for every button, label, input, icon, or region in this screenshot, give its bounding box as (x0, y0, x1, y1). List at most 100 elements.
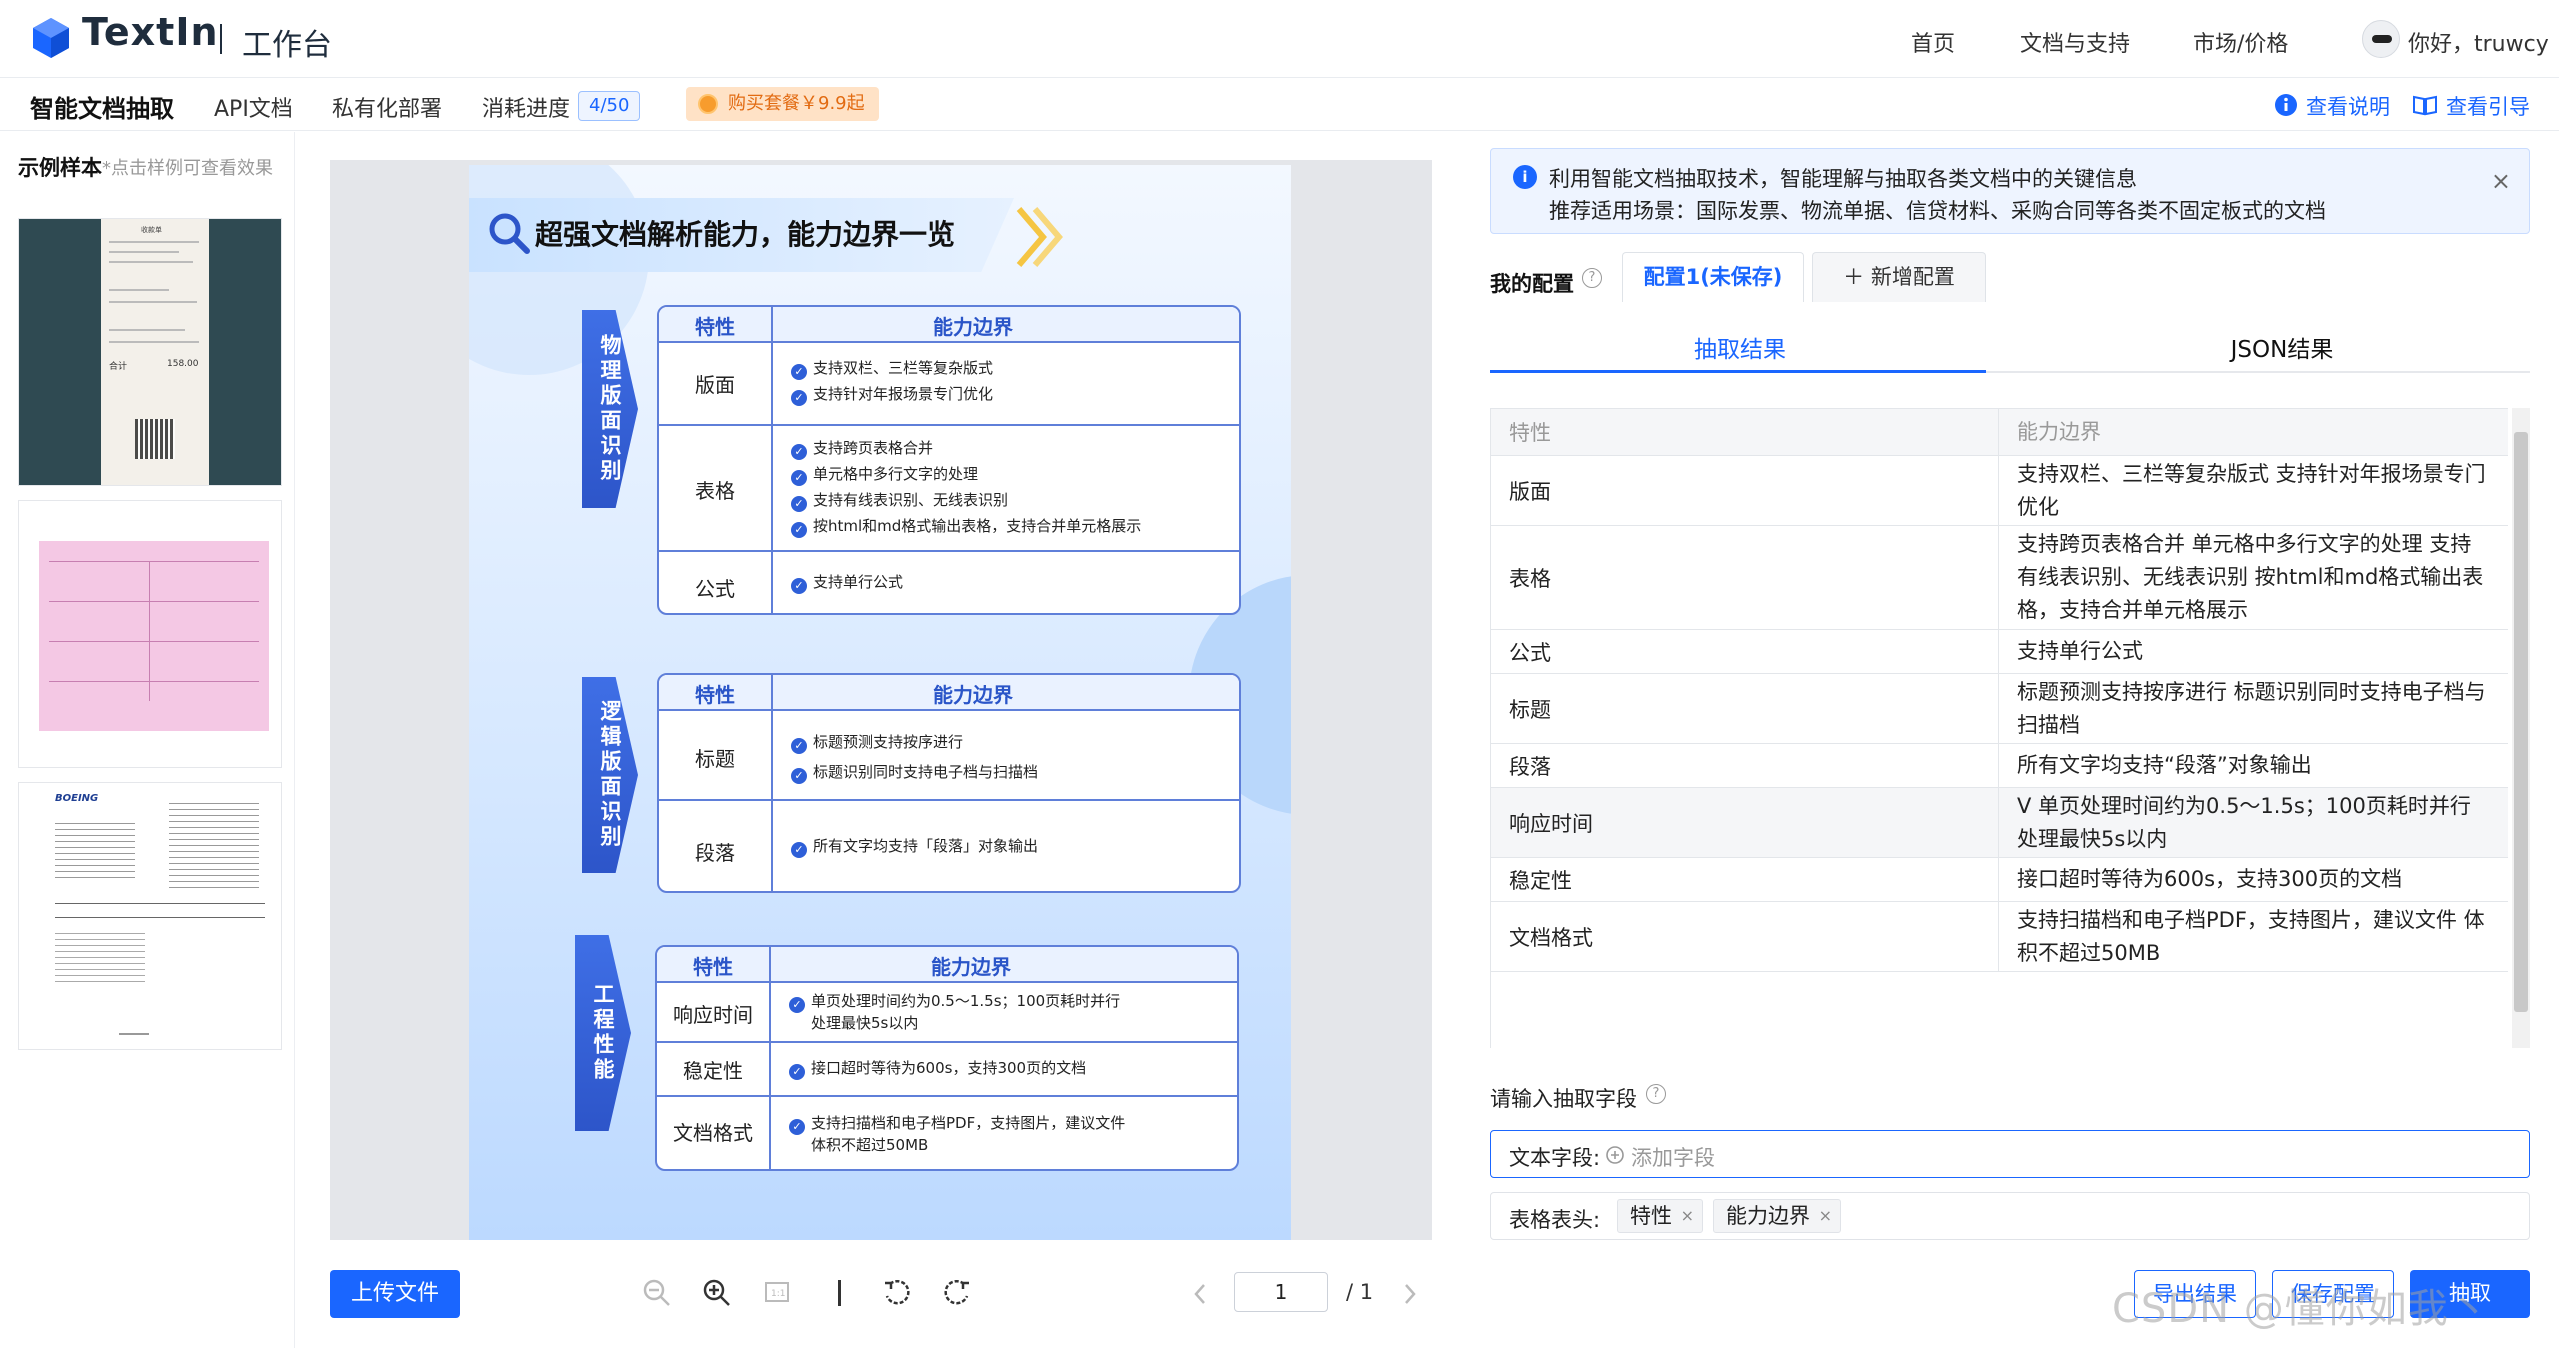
plus-circle-icon[interactable] (1605, 1145, 1625, 1165)
table-header-input[interactable]: 表格表头: 特性 × 能力边界 × (1490, 1192, 2530, 1240)
nav-docs-support[interactable]: 文档与支持 (2020, 26, 2130, 58)
table-row[interactable]: 段落 所有文字均支持“段落”对象输出 (1491, 744, 2508, 788)
table-row[interactable]: 表格 支持跨页表格合并 单元格中多行文字的处理 支持有线表识别、无线表识别 按h… (1491, 526, 2508, 630)
add-field-placeholder[interactable]: 添加字段 (1631, 1142, 1715, 1172)
row-value: 支持针对年报场景专门优化 (813, 385, 994, 403)
zoom-out-icon[interactable] (642, 1278, 672, 1308)
table-cell: 标题 (1491, 674, 1999, 743)
table-cell: 支持跨页表格合并 单元格中多行文字的处理 支持有线表识别、无线表识别 按html… (1999, 526, 2508, 629)
nav-market-price[interactable]: 市场/价格 (2193, 26, 2288, 58)
tab-usage-progress[interactable]: 消耗进度 (482, 91, 570, 123)
row-value: 单页处理时间约为0.5～1.5s；100页耗时并行 (811, 992, 1121, 1010)
close-icon[interactable]: × (2491, 167, 2511, 195)
next-page-icon[interactable] (1402, 1282, 1418, 1306)
table-cell: 支持扫描档和电子档PDF，支持图片，建议文件 体积不超过50MB (1999, 902, 2508, 971)
table-head-value: 能力边界 (933, 315, 1013, 339)
table-cell: V 单页处理时间约为0.5～1.5s；100页耗时并行 处理最快5s以内 (1999, 788, 2508, 857)
svg-text:1:1: 1:1 (771, 1289, 785, 1299)
table-header-row: 特性 能力边界 (1491, 409, 2508, 456)
column-header: 能力边界 (1999, 409, 2508, 455)
zoom-in-icon[interactable] (702, 1278, 732, 1308)
logo-divider (220, 24, 222, 54)
logo-text[interactable]: TextIn (82, 10, 219, 54)
table-row[interactable]: 响应时间 V 单页处理时间约为0.5～1.5s；100页耗时并行 处理最快5s以… (1491, 788, 2508, 858)
info-notice: i 利用智能文档抽取技术，智能理解与抽取各类文档中的关键信息 推荐适用场景：国际… (1490, 148, 2530, 234)
active-tab-indicator (1490, 370, 1986, 373)
rotate-left-icon[interactable] (882, 1278, 912, 1308)
field-chip[interactable]: 特性 × (1617, 1199, 1703, 1233)
column-header: 特性 (1491, 409, 1999, 455)
row-key: 响应时间 (673, 1003, 753, 1027)
promo-button[interactable]: 购买套餐￥9.9起 (686, 87, 879, 121)
table-cell: 稳定性 (1491, 858, 1999, 901)
table-row[interactable]: 版面 支持双栏、三栏等复杂版式 支持针对年报场景专门优化 (1491, 456, 2508, 526)
row-value: 单元格中多行文字的处理 (813, 465, 979, 483)
nav-home[interactable]: 首页 (1911, 26, 1955, 58)
document-page: 超强文档解析能力，能力边界一览 物理版面识别 特性 能力边界 版面 ✓ 支持双栏、… (469, 165, 1291, 1240)
coin-icon (698, 94, 718, 114)
user-greeting[interactable]: 你好，truwcy (2408, 26, 2549, 58)
rotate-right-icon[interactable] (942, 1278, 972, 1308)
table-cell: 响应时间 (1491, 788, 1999, 857)
row-key: 表格 (695, 479, 735, 503)
tab-private-deploy[interactable]: 私有化部署 (332, 91, 442, 123)
remove-chip-icon[interactable]: × (1819, 1200, 1832, 1232)
row-key: 文档格式 (673, 1121, 753, 1145)
question-icon[interactable]: ? (1646, 1084, 1666, 1104)
sample-receipt-thumb[interactable]: 收款单 合计 158.00 (18, 218, 282, 486)
my-config-label: 我的配置 (1490, 272, 1574, 296)
textin-logo-icon (33, 18, 69, 58)
table-head-key: 特性 (693, 955, 733, 979)
row-key: 段落 (695, 841, 735, 865)
table-row[interactable]: 标题 标题预测支持按序进行 标题识别同时支持电子档与扫描档 (1491, 674, 2508, 744)
table-cell: 版面 (1491, 456, 1999, 525)
book-icon (2413, 95, 2437, 116)
tab-json-result[interactable]: JSON结果 (2032, 330, 2532, 364)
plus-icon: ＋ (1843, 265, 1871, 289)
upload-file-button[interactable]: 上传文件 (330, 1270, 460, 1318)
question-icon[interactable]: ? (1582, 268, 1602, 288)
table-header-label: 表格表头: (1509, 1208, 1601, 1232)
toolbar-divider (838, 1280, 841, 1306)
row-key: 版面 (695, 373, 735, 397)
receipt-total-label: 合计 (109, 362, 128, 372)
tab-smart-extraction[interactable]: 智能文档抽取 (30, 89, 174, 124)
top-header: TextIn 工作台 首页 文档与支持 市场/价格 你好，truwcy (0, 0, 2559, 78)
field-chip[interactable]: 能力边界 × (1713, 1199, 1841, 1233)
samples-title: 示例样本 (18, 156, 102, 180)
table-cell: 标题预测支持按序进行 标题识别同时支持电子档与扫描档 (1999, 674, 2508, 743)
page-number-input[interactable]: 1 (1234, 1272, 1328, 1312)
row-value: 支持扫描档和电子档PDF，支持图片，建议文件 (811, 1114, 1126, 1132)
table-cell: 公式 (1491, 630, 1999, 673)
table-row[interactable]: 公式 支持单行公式 (1491, 630, 2508, 674)
tab-extract-result[interactable]: 抽取结果 (1490, 330, 1990, 364)
remove-chip-icon[interactable]: × (1681, 1200, 1694, 1232)
table-head-key: 特性 (695, 315, 735, 339)
page-total: / 1 (1346, 1280, 1374, 1304)
notice-line-1: 利用智能文档抽取技术，智能理解与抽取各类文档中的关键信息 (1549, 167, 2137, 191)
table-row[interactable]: 文档格式 支持扫描档和电子档PDF，支持图片，建议文件 体积不超过50MB (1491, 902, 2508, 972)
text-field-label: 文本字段: (1509, 1146, 1601, 1170)
new-config-label: 新增配置 (1870, 265, 1955, 289)
sample-boeing-thumb[interactable]: BOEING (18, 782, 282, 1050)
view-instructions-link[interactable]: 查看说明 (2306, 91, 2390, 121)
table-cell: 段落 (1491, 744, 1999, 787)
avatar[interactable] (2362, 20, 2400, 58)
prev-page-icon[interactable] (1192, 1282, 1208, 1306)
doc-title: 超强文档解析能力，能力边界一览 (535, 218, 956, 251)
section-label: 工程性能 (575, 935, 631, 1131)
sample-invoice-thumb[interactable] (18, 500, 282, 768)
new-config-tab[interactable]: ＋ 新增配置 (1812, 252, 1986, 302)
text-field-input[interactable]: 文本字段: 添加字段 (1490, 1130, 2530, 1178)
config-tab-1[interactable]: 配置1(未保存) (1622, 252, 1804, 302)
capability-table: 特性 能力边界 响应时间 ✓ 单页处理时间约为0.5～1.5s；100页耗时并行处… (655, 945, 1239, 1171)
fit-page-icon[interactable]: 1:1 (764, 1280, 790, 1304)
table-cell: 表格 (1491, 526, 1999, 629)
row-value: 接口超时等待为600s，支持300页的文档 (811, 1059, 1087, 1077)
tab-api-docs[interactable]: API文档 (214, 91, 293, 123)
scrollbar-thumb[interactable] (2514, 432, 2528, 1012)
table-row[interactable]: 稳定性 接口超时等待为600s，支持300页的文档 (1491, 858, 2508, 902)
table-scrollbar[interactable] (2512, 408, 2530, 1048)
view-guide-link[interactable]: 查看引导 (2446, 91, 2530, 121)
row-value: 支持单行公式 (813, 573, 904, 591)
